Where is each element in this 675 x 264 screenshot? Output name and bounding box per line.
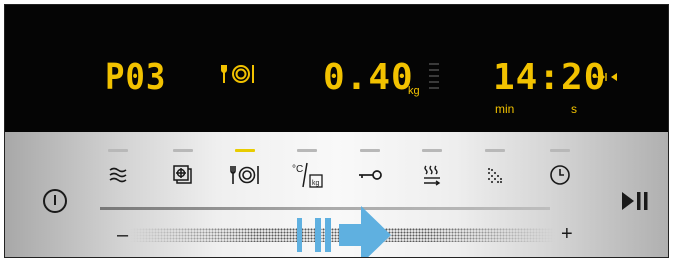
mode-indicator — [297, 149, 317, 152]
minutes-unit-label: min — [495, 102, 515, 116]
temperature-weight-icon: °C kg — [292, 162, 323, 188]
plate-icon — [221, 63, 255, 89]
defrost-mode-button[interactable] — [168, 162, 198, 188]
weight-unit-label: kg — [408, 85, 420, 97]
steam-mode-button[interactable] — [417, 162, 447, 188]
weight-readout: 0.40 — [323, 57, 414, 98]
end-time-icon — [592, 71, 618, 86]
start-pause-button[interactable] — [617, 187, 653, 215]
power-button[interactable] — [40, 186, 70, 216]
mode-indicator — [173, 149, 193, 152]
dots-mode-button[interactable] — [480, 162, 510, 188]
mode-indicator — [422, 149, 442, 152]
temperature-weight-button[interactable]: °C kg — [291, 162, 325, 188]
timer-button[interactable] — [545, 162, 575, 188]
mode-indicator — [550, 149, 570, 152]
microwave-waves-icon — [109, 167, 127, 183]
steam-icon — [424, 165, 441, 186]
slider-plus[interactable]: + — [561, 223, 573, 246]
mode-indicator — [108, 149, 128, 152]
key-icon — [359, 170, 382, 180]
oven-control-panel: P03 0.40 kg 14:20 min s °C kg – + — [4, 4, 669, 258]
touch-panel: °C kg – + — [5, 132, 668, 257]
start-pause-icon — [622, 192, 648, 210]
time-readout: 14:20 — [493, 57, 607, 98]
mode-indicator — [360, 149, 380, 152]
microwave-mode-button[interactable] — [103, 162, 133, 188]
lcd-display: P03 0.40 kg 14:20 min s — [5, 5, 668, 132]
svg-text:°C: °C — [292, 164, 303, 175]
slider-minus[interactable]: – — [117, 224, 128, 247]
svg-text:kg: kg — [312, 180, 320, 187]
defrost-icon — [173, 165, 192, 184]
dots-icon — [488, 168, 502, 183]
swipe-arrow-icon — [297, 206, 391, 257]
clock-icon — [550, 165, 570, 185]
plate-icon — [230, 166, 259, 184]
program-code-readout: P03 — [105, 57, 167, 98]
level-bars — [429, 63, 439, 93]
power-icon — [43, 189, 67, 213]
plate-mode-button[interactable] — [230, 162, 260, 188]
seconds-unit-label: s — [571, 102, 577, 116]
mode-indicator-active — [235, 149, 255, 152]
child-lock-button[interactable] — [355, 162, 385, 188]
mode-indicator — [485, 149, 505, 152]
